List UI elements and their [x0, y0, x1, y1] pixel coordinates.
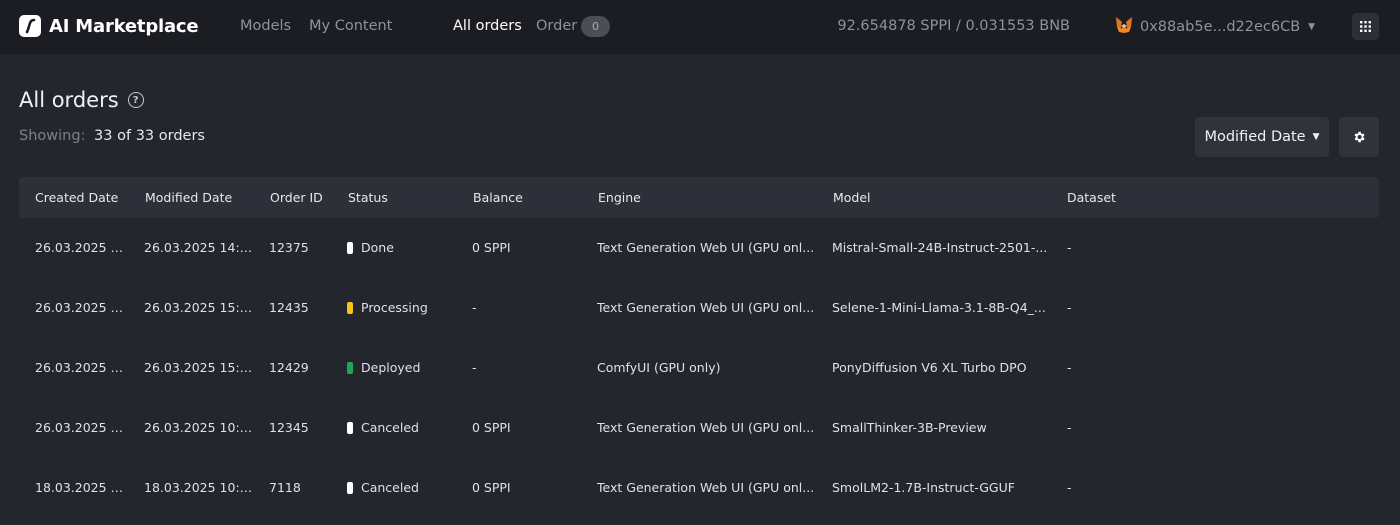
- nav-order[interactable]: Order: [536, 18, 577, 34]
- column-engine[interactable]: Engine: [598, 190, 641, 205]
- cell-dataset: -: [1067, 300, 1072, 315]
- table-row[interactable]: 26.03.2025 10:... 26.03.2025 14:06 12375…: [19, 218, 1379, 278]
- cell-model: SmolLM2-1.7B-Instruct-GGUF: [832, 480, 1015, 495]
- page-title: All orders ?: [19, 88, 144, 112]
- showing-value: 33 of 33 orders: [94, 128, 205, 144]
- cell-modified-date: 26.03.2025 15:00: [144, 300, 254, 315]
- wallet-address: 0x88ab5e...d22ec6CB: [1140, 19, 1301, 35]
- cell-status: Canceled: [361, 480, 419, 495]
- cell-dataset: -: [1067, 360, 1072, 375]
- cell-order-id: 12429: [269, 360, 309, 375]
- nav-my-content[interactable]: My Content: [309, 18, 392, 34]
- cell-modified-date: 26.03.2025 14:06: [144, 240, 254, 255]
- cell-engine: ComfyUI (GPU only): [597, 360, 721, 375]
- cell-created-date: 26.03.2025 09:...: [35, 420, 127, 435]
- sort-label: Modified Date: [1204, 129, 1306, 145]
- grid-icon: [1360, 21, 1371, 32]
- cell-order-id: 12435: [269, 300, 309, 315]
- column-modified-date[interactable]: Modified Date: [145, 190, 232, 205]
- cell-balance: -: [472, 360, 477, 375]
- cell-created-date: 26.03.2025 12:31: [35, 300, 127, 315]
- column-balance[interactable]: Balance: [473, 190, 523, 205]
- chevron-down-icon: ▼: [1308, 22, 1316, 32]
- column-status[interactable]: Status: [348, 190, 388, 205]
- nav-all-orders[interactable]: All orders: [453, 18, 522, 34]
- cell-dataset: -: [1067, 480, 1072, 495]
- cell-status: Deployed: [361, 360, 421, 375]
- app-logo[interactable]: AI Marketplace: [19, 15, 199, 37]
- cell-model: Mistral-Small-24B-Instruct-2501-...: [832, 240, 1048, 255]
- nav-models[interactable]: Models: [240, 18, 291, 34]
- table-row[interactable]: 26.03.2025 09:... 26.03.2025 10:31 12345…: [19, 398, 1379, 458]
- sort-dropdown[interactable]: Modified Date ▼: [1195, 117, 1329, 157]
- column-created-date[interactable]: Created Date: [35, 190, 118, 205]
- cell-status: Canceled: [361, 420, 419, 435]
- cell-dataset: -: [1067, 420, 1072, 435]
- top-bar: AI Marketplace Models My Content All ord…: [0, 0, 1400, 54]
- cell-modified-date: 18.03.2025 10:06: [144, 480, 254, 495]
- settings-button[interactable]: [1339, 117, 1379, 157]
- table-header: Created Date Modified Date Order ID Stat…: [19, 177, 1379, 218]
- cell-status: Done: [361, 240, 394, 255]
- logo-text: AI Marketplace: [49, 15, 199, 37]
- cell-created-date: 26.03.2025 12:...: [35, 360, 127, 375]
- cell-engine: Text Generation Web UI (GPU onl...: [597, 300, 815, 315]
- status-indicator: [347, 422, 353, 434]
- metamask-fox-icon: [1114, 15, 1134, 39]
- cell-model: Selene-1-Mini-Llama-3.1-8B-Q4_...: [832, 300, 1046, 315]
- help-icon[interactable]: ?: [127, 92, 144, 108]
- cell-modified-date: 26.03.2025 10:31: [144, 420, 254, 435]
- cell-balance: -: [472, 300, 477, 315]
- wallet-selector[interactable]: 0x88ab5e...d22ec6CB ▼: [1114, 15, 1315, 39]
- logo-mark-icon: [19, 15, 41, 37]
- status-indicator: [347, 482, 353, 494]
- cell-modified-date: 26.03.2025 15:00: [144, 360, 254, 375]
- cell-engine: Text Generation Web UI (GPU onl...: [597, 480, 815, 495]
- column-dataset[interactable]: Dataset: [1067, 190, 1116, 205]
- cell-engine: Text Generation Web UI (GPU onl...: [597, 240, 815, 255]
- showing-count: Showing: 33 of 33 orders: [19, 128, 205, 144]
- cell-model: SmallThinker-3B-Preview: [832, 420, 987, 435]
- column-order-id[interactable]: Order ID: [270, 190, 323, 205]
- gear-icon: [1354, 131, 1365, 143]
- cell-dataset: -: [1067, 240, 1072, 255]
- cell-model: PonyDiffusion V6 XL Turbo DPO: [832, 360, 1027, 375]
- wallet-balance: 92.654878 SPPI / 0.031553 BNB: [837, 18, 1070, 34]
- cell-order-id: 7118: [269, 480, 301, 495]
- cell-balance: 0 SPPI: [472, 480, 511, 495]
- cell-status: Processing: [361, 300, 428, 315]
- cell-order-id: 12345: [269, 420, 309, 435]
- apps-grid-button[interactable]: [1352, 13, 1379, 40]
- cell-created-date: 18.03.2025 09:...: [35, 480, 127, 495]
- caret-down-icon: ▼: [1312, 132, 1320, 142]
- order-count-badge: 0: [581, 16, 610, 37]
- cell-balance: 0 SPPI: [472, 240, 511, 255]
- table-row[interactable]: 18.03.2025 09:... 18.03.2025 10:06 7118 …: [19, 458, 1379, 518]
- cell-created-date: 26.03.2025 10:...: [35, 240, 127, 255]
- table-row[interactable]: 26.03.2025 12:... 26.03.2025 15:00 12429…: [19, 338, 1379, 398]
- status-indicator: [347, 362, 353, 374]
- cell-order-id: 12375: [269, 240, 309, 255]
- page-title-text: All orders: [19, 88, 119, 112]
- cell-engine: Text Generation Web UI (GPU onl...: [597, 420, 815, 435]
- table-row[interactable]: 26.03.2025 12:31 26.03.2025 15:00 12435 …: [19, 278, 1379, 338]
- column-model[interactable]: Model: [833, 190, 871, 205]
- showing-label: Showing:: [19, 128, 86, 144]
- cell-balance: 0 SPPI: [472, 420, 511, 435]
- status-indicator: [347, 242, 353, 254]
- status-indicator: [347, 302, 353, 314]
